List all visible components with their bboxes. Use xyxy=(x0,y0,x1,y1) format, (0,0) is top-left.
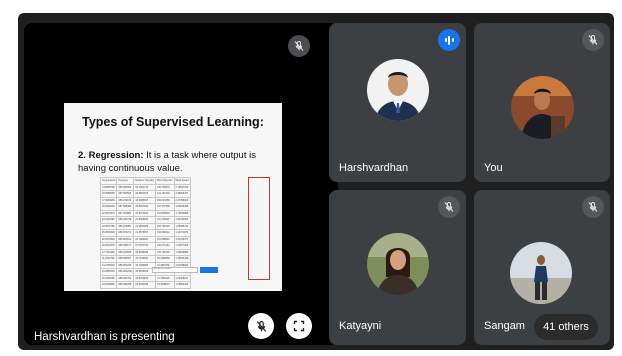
avatar xyxy=(367,59,429,121)
fullscreen-icon xyxy=(293,320,305,332)
spreadsheet-row: 20.0612578 986.698177 27.0787794 160.071124… xyxy=(99,242,191,250)
spreadsheet-row: 24.6575785 985.233887 22.2580205 151.791422… xyxy=(99,222,191,230)
spreadsheet-cell: 2.47056629 xyxy=(173,196,191,204)
spreadsheet-row: 24.0411598 985.250738 23.8068828 161.138327… xyxy=(99,216,191,224)
mic-off-icon xyxy=(438,196,460,218)
spreadsheet-row: 17.9964985 988.219169 43.6385367 152.823468… xyxy=(99,196,191,204)
spreadsheet-cell: 986.2902003 xyxy=(116,268,135,276)
taskbar-button xyxy=(200,267,218,273)
fullscreen-button[interactable] xyxy=(286,313,312,339)
slide-body: 2. Regression: It is a task where output… xyxy=(78,149,273,175)
spreadsheet-row: 14.9555798 986.665353 58.1554713 235.753679… xyxy=(99,183,191,191)
avatar xyxy=(510,242,572,304)
mic-off-icon xyxy=(582,196,604,218)
spreadsheet-cell: 1.29405017 xyxy=(173,274,191,282)
spreadsheet-cell: 1.54345377 xyxy=(173,235,191,243)
participant-tile-harshvardhan[interactable]: Harshvardhan xyxy=(329,23,466,182)
mute-presentation-button[interactable] xyxy=(248,313,274,339)
participant-tile-katyayni[interactable]: Katyayni xyxy=(329,190,466,345)
spreadsheet-cell: 14.9555798 xyxy=(99,183,118,191)
spreadsheet-header-cell: Wind Direction xyxy=(155,177,175,185)
spreadsheet-row: 22.6679523 986.863164 25.7686961 161.888916… xyxy=(99,235,191,243)
slide-title: Types of Supervised Learning: xyxy=(82,115,264,129)
spreadsheet-cell: 24.6575785 xyxy=(99,222,118,230)
meeting-grid: Types of Supervised Learning: 2. Regress… xyxy=(18,13,614,350)
spreadsheet-row: 25.0533326 986.873271 22.0578357 164.680612… xyxy=(99,229,191,237)
others-count-button[interactable]: 41 others xyxy=(534,314,598,340)
spreadsheet-cell: 22.2380005 xyxy=(133,281,156,289)
spreadsheet-cell: 1.48093438 xyxy=(173,255,191,263)
spreadsheet-cell: 22.5572574 xyxy=(99,209,118,217)
spreadsheet-row: 22.0460459 988.003769 32.3764843 72.7680118… xyxy=(99,274,191,282)
spreadsheet-cell: 74.3698019 xyxy=(155,281,175,289)
spreadsheet-cell: 1.44877429 xyxy=(173,242,191,250)
spreadsheet-header-row: Temperature Pressure Relative Humidity Wind… xyxy=(99,177,191,185)
spreadsheet-row: 17.7443446 985.632695 33.9468329 165.792799… xyxy=(99,248,191,256)
spreadsheet-cell: 14.2795003 xyxy=(99,261,118,269)
participant-name: Harshvardhan xyxy=(339,162,409,174)
mic-off-icon xyxy=(582,29,604,51)
participant-name: Sangam xyxy=(484,320,525,332)
spreadsheet-cell: 1.40471179 xyxy=(173,229,191,237)
spreadsheet-cell: 17.9964985 xyxy=(99,196,118,204)
presentation-tile[interactable]: Types of Supervised Learning: 2. Regress… xyxy=(24,23,338,345)
spreadsheet-cell: 15.5589658 xyxy=(99,190,118,198)
spreadsheet-cell: 17.7443446 xyxy=(99,248,118,256)
slide-point-number: 2. xyxy=(78,150,86,161)
taskbar-search-input: Type here to search xyxy=(152,267,198,273)
spreadsheet-cell: 20.9649694 xyxy=(99,203,118,211)
spreadsheet-cell: 22.0460459 xyxy=(99,274,118,282)
spreadsheet-header-cell: Relative Humidity xyxy=(133,177,156,185)
spreadsheet-cell: 19.9887894 xyxy=(99,268,118,276)
presenting-label: Harshvardhan is presenting xyxy=(34,331,175,343)
spreadsheet-cell: 24.0639902 xyxy=(99,281,118,289)
spreadsheet-cell: 2.98596767 xyxy=(173,190,191,198)
shared-slide: Types of Supervised Learning: 2. Regress… xyxy=(64,103,282,291)
avatar xyxy=(367,233,429,295)
avatar xyxy=(511,76,574,139)
spreadsheet-cell: 25.0533326 xyxy=(99,229,118,237)
mic-off-icon xyxy=(256,320,266,332)
spreadsheet-cell: 1.28660413 xyxy=(173,281,191,289)
spreadsheet-cell: 2.78697519 xyxy=(173,183,191,191)
wind-speed-highlight xyxy=(248,177,270,280)
spreadsheet-cell: 1.79659998 xyxy=(173,209,191,217)
participant-tile-you[interactable]: You xyxy=(474,23,610,182)
presentation-mic-off-icon xyxy=(288,35,310,57)
spreadsheet-cell: 985.840035 xyxy=(116,281,135,289)
spreadsheet-row: 22.5572574 987.003883 26.6072912 163.806519… xyxy=(99,209,191,217)
spreadsheet-cell: 20.0612578 xyxy=(99,242,118,250)
spreadsheet-cell: 1.80189398 xyxy=(173,203,191,211)
spreadsheet-row: 20.9649694 987.698389 36.8607934 157.371589… xyxy=(99,203,191,211)
slide-point-heading: Regression: xyxy=(88,150,144,161)
spreadsheet-row: 24.0639902 985.840035 22.2380005 74.3698019… xyxy=(99,281,191,289)
spreadsheet-cell: 1.92790926 xyxy=(173,216,191,224)
speaking-indicator-icon xyxy=(438,29,460,51)
spreadsheet-cell: 1.88088746 xyxy=(173,222,191,230)
spreadsheet-header-cell: Wind Speed xyxy=(173,177,191,185)
spreadsheet-header-cell: Temperature xyxy=(99,177,118,185)
spreadsheet-cell: 1.99906880 xyxy=(173,248,191,256)
participant-name: You xyxy=(484,162,503,174)
spreadsheet-row: 11.2002798 988.830657 43.7019903 95.1088458… xyxy=(99,255,191,263)
spreadsheet-row: 15.5589658 987.653568 46.9884979 141.187149… xyxy=(99,190,191,198)
spreadsheet-cell: 22.6679523 xyxy=(99,235,118,243)
participant-name: Katyayni xyxy=(339,320,382,332)
